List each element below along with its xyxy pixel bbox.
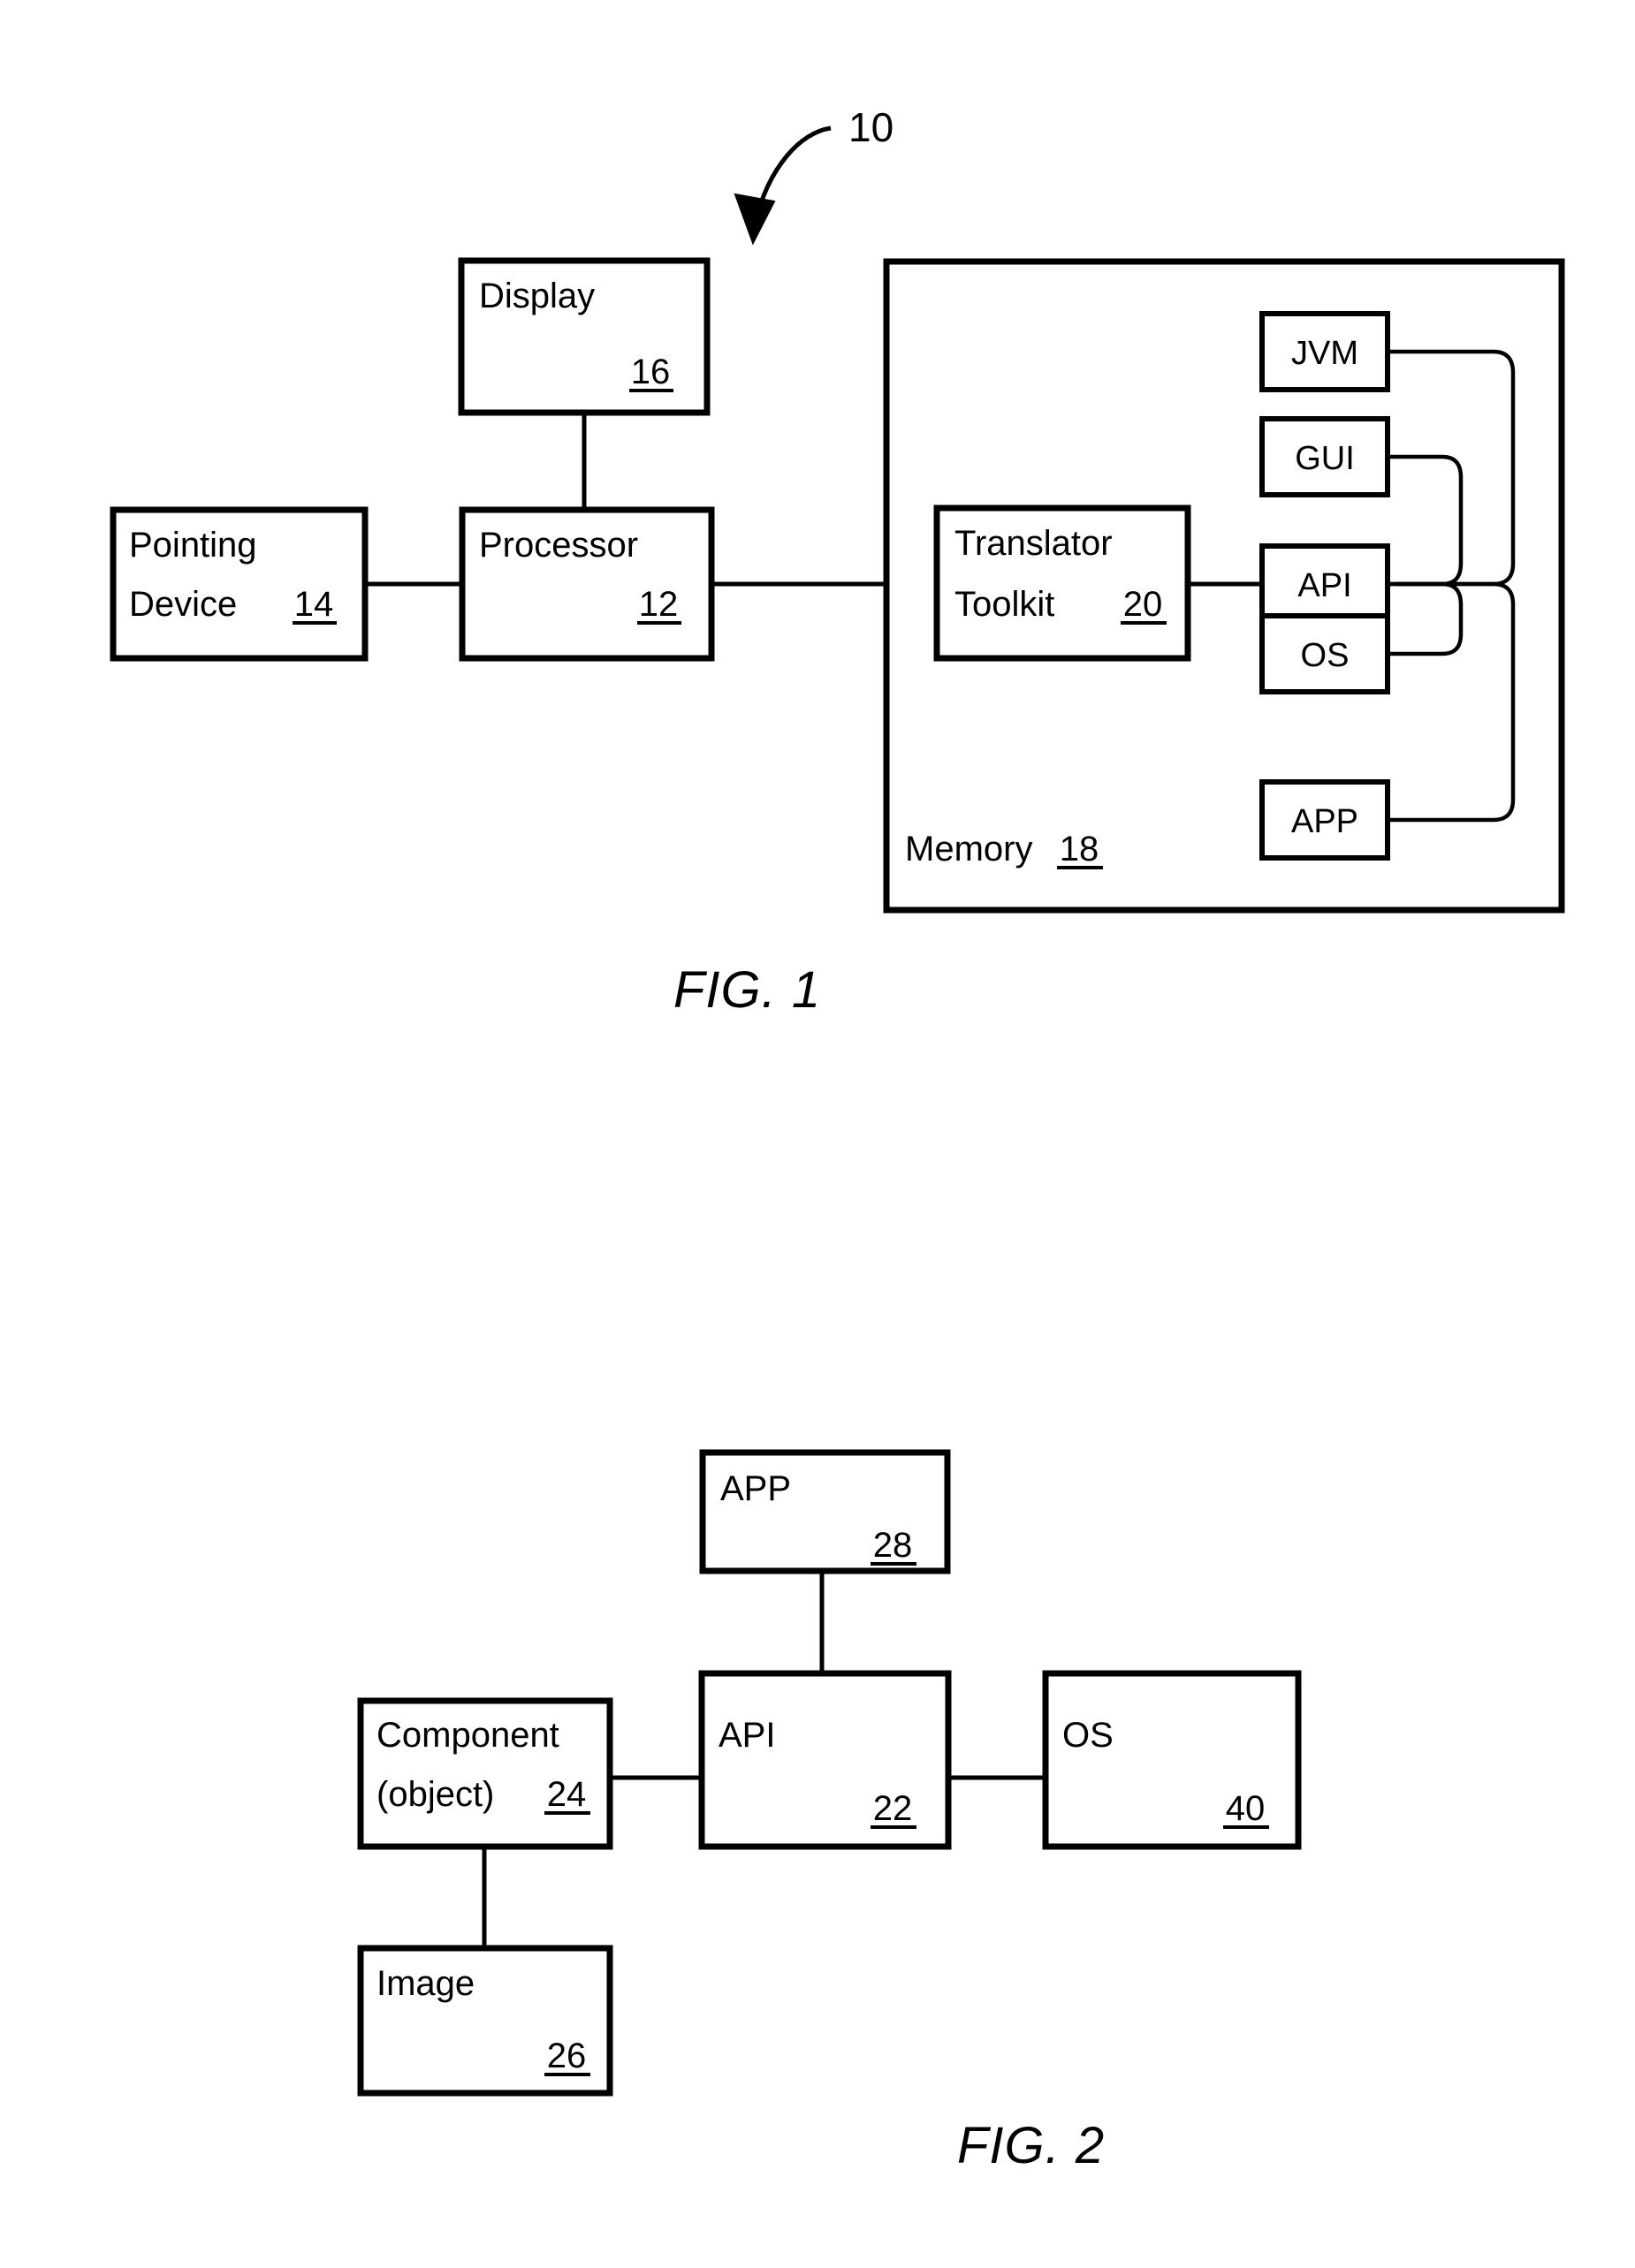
block-image-label: Image — [376, 1964, 475, 2003]
block-component: Component (object) 24 — [357, 1697, 613, 1850]
block-app2-label: APP — [720, 1469, 791, 1508]
block-api2: API 22 — [698, 1670, 952, 1850]
block-image: Image 26 — [357, 1945, 613, 2097]
block-api: API — [1259, 543, 1390, 625]
patent-drawing-sheet: 10 Display 16 Pointing Device 14 Process… — [0, 0, 1635, 2268]
block-api2-label: API — [719, 1716, 775, 1755]
block-os: OS — [1259, 613, 1390, 694]
figure-1: 10 Display 16 Pointing Device 14 Process… — [110, 104, 1565, 1019]
block-display-label: Display — [479, 277, 595, 315]
block-processor-number: 12 — [639, 585, 679, 624]
block-translator-toolkit-label-line1: Translator — [954, 524, 1113, 563]
block-os2-label: OS — [1062, 1716, 1114, 1755]
block-api2-number: 22 — [873, 1789, 913, 1828]
block-component-label-line2: (object) — [376, 1775, 494, 1814]
block-component-label-line1: Component — [376, 1716, 559, 1755]
leader-arrowhead — [734, 193, 776, 246]
block-display: Display 16 — [458, 257, 711, 416]
block-app: APP — [1259, 779, 1390, 861]
block-jvm: JVM — [1259, 311, 1390, 392]
figure-2: APP 28 Component (object) 24 API 22 OS 4… — [357, 1449, 1302, 2174]
block-memory-number: 18 — [1060, 830, 1099, 869]
block-memory-label: Memory — [905, 830, 1032, 869]
block-gui: GUI — [1259, 416, 1390, 497]
block-display-number: 16 — [631, 353, 671, 391]
block-api-label: API — [1297, 567, 1351, 604]
block-processor: Processor 12 — [459, 506, 715, 662]
block-pointing-device-label-line1: Pointing — [129, 526, 257, 565]
figure-2-caption: FIG. 2 — [957, 2117, 1105, 2174]
block-translator-toolkit-label-line2: Toolkit — [954, 585, 1054, 624]
figure-1-caption: FIG. 1 — [673, 961, 821, 1019]
block-app2: APP 28 — [699, 1449, 951, 1574]
block-app2-number: 28 — [873, 1526, 913, 1565]
block-os2-number: 40 — [1226, 1789, 1266, 1828]
block-translator-toolkit: Translator Toolkit 20 — [933, 504, 1191, 662]
block-component-number: 24 — [547, 1775, 587, 1814]
block-pointing-device-label-line2: Device — [129, 585, 237, 624]
reference-tag-10: 10 — [848, 104, 894, 150]
block-translator-toolkit-number: 20 — [1123, 585, 1163, 624]
reference-leader-10: 10 — [734, 104, 894, 246]
figures-svg: 10 Display 16 Pointing Device 14 Process… — [110, 104, 1565, 2174]
block-os-label: OS — [1301, 637, 1350, 674]
block-pointing-device: Pointing Device 14 — [110, 506, 369, 662]
block-pointing-device-number: 14 — [294, 585, 334, 624]
block-image-number: 26 — [547, 2037, 587, 2075]
block-os2: OS 40 — [1042, 1670, 1302, 1850]
block-app-label: APP — [1291, 803, 1358, 840]
block-jvm-label: JVM — [1291, 335, 1358, 372]
block-processor-label: Processor — [479, 526, 638, 565]
block-gui-label: GUI — [1295, 440, 1355, 477]
